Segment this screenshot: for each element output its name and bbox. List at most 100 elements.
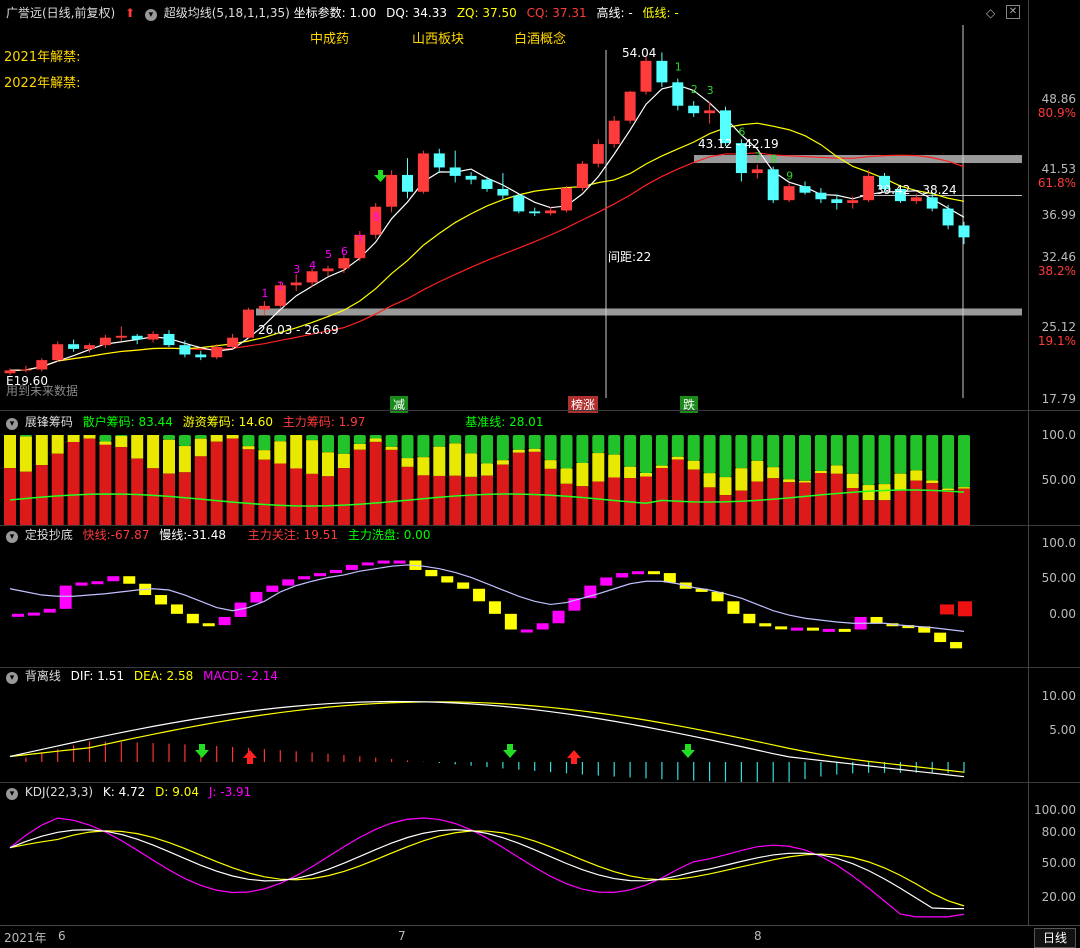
dt-bar (775, 626, 788, 630)
chip-bar-yellow (624, 466, 637, 479)
dt-bar (186, 613, 199, 624)
chip-bar-red (290, 468, 303, 525)
stock-title[interactable]: 广誉远(日线,前复权) (6, 6, 115, 20)
kdj-d: D: 9.04 (155, 785, 199, 799)
chip-bar-yellow (290, 435, 303, 469)
candle-body (417, 153, 429, 192)
chip-base-label: 基准线: (465, 415, 506, 429)
annot-band1: 43.12 - 42.19 (698, 137, 779, 151)
candle-body (576, 163, 588, 189)
x-axis-bar: 2021年 6 7 8 日线 (0, 925, 1080, 948)
candle-body (131, 335, 143, 340)
candle-body (926, 197, 938, 209)
ytick-main-0: 48.86 (1041, 92, 1076, 106)
ytick-main-2: 41.53 (1041, 162, 1076, 176)
dt-bar (91, 581, 104, 585)
dt-bar (791, 627, 804, 631)
dt-title[interactable]: 定投抄底 (25, 528, 73, 542)
chip-bar-green (576, 435, 589, 463)
seq-marker-green: 1 (675, 61, 682, 74)
close-icon[interactable]: ✕ (1006, 5, 1020, 19)
candle-body (115, 335, 127, 338)
low-label: 低线: (642, 6, 671, 20)
candle-body (831, 199, 843, 203)
kdj-title[interactable]: KDJ(22,3,3) (25, 785, 93, 799)
chip-bar-yellow (894, 473, 907, 491)
chip-chart[interactable] (0, 430, 1028, 525)
annot-band3: 26.03 - 26.69 (258, 323, 339, 337)
chip-bar-green (640, 435, 652, 473)
indicator-name[interactable]: 超级均线(5,18,1,1,35) (164, 6, 290, 20)
chip-bar-red (576, 486, 589, 525)
candle-body (4, 370, 16, 374)
chip-title[interactable]: 展锋筹码 (25, 415, 73, 429)
chip-bar-yellow (242, 446, 255, 450)
ytick-main-8: 19.1% (1037, 334, 1076, 348)
annot-future: 用到未来数据 (6, 384, 79, 398)
chip-bar-yellow (178, 446, 191, 473)
high-value: - (628, 6, 633, 20)
chip-bar-yellow (210, 435, 223, 442)
dt-bar (75, 582, 88, 586)
dq-readout: DQ: 34.33 (386, 6, 447, 20)
kdj-dropdown-icon[interactable]: ▾ (6, 788, 18, 800)
dt-focus: 主力关注: 19.51 (248, 528, 338, 542)
cq-value: 37.31 (552, 6, 587, 20)
candle-body (433, 153, 445, 168)
period-button[interactable]: 日线 (1034, 928, 1076, 948)
xlabel-6: 6 (58, 929, 66, 943)
kdj-k-line (9, 829, 964, 910)
chip-bar-red (465, 476, 478, 525)
chip-bar-yellow (735, 468, 748, 491)
dt-slow-label: 慢线: (159, 528, 188, 542)
macd-dropdown-icon[interactable]: ▾ (6, 672, 18, 684)
seq-marker-green: 9 (786, 169, 793, 182)
zq-readout: ZQ: 37.50 (457, 6, 517, 20)
dt-wash-label: 主力洗盘: (347, 528, 400, 542)
dt-bar (298, 576, 311, 580)
chip-bar-red (194, 456, 207, 525)
candle-body (36, 360, 48, 370)
chip-bar-yellow (719, 477, 732, 496)
chip-bar-yellow (83, 435, 96, 439)
macd-title[interactable]: 背离线 (25, 669, 61, 683)
chip-bar-green (481, 435, 493, 464)
dt-bar (600, 577, 613, 586)
chip-bar-yellow (592, 453, 605, 482)
chip-bar-red (115, 447, 128, 525)
chip-bar-red (83, 438, 96, 525)
chip-bar-green (19, 435, 32, 437)
dt-dropdown-icon[interactable]: ▾ (6, 531, 18, 543)
dt-bar (441, 576, 454, 583)
chip-bar-red (846, 487, 859, 525)
kdj-chart[interactable] (0, 800, 1028, 925)
macd-chart[interactable] (0, 684, 1028, 782)
candle-body (20, 369, 32, 371)
low-line-readout: 低线: - (643, 6, 679, 20)
chip-bar-yellow (322, 452, 334, 477)
green-down-arrow (681, 744, 695, 758)
candle-body (751, 169, 763, 174)
red-up-arrow (567, 750, 581, 764)
indicator-params: (5,18,1,1,35) (211, 6, 290, 20)
chip-bar-green (608, 435, 621, 455)
chip-bar-yellow (496, 460, 509, 465)
chip-bar-yellow (433, 446, 446, 476)
ytick-macd-1: 5.00 (1049, 723, 1076, 737)
dt-bar (536, 623, 549, 630)
low-value: - (674, 6, 679, 20)
chip-dropdown-icon[interactable]: ▾ (6, 418, 18, 430)
chip-bar-yellow (703, 473, 716, 488)
ytick-dt-1: 50.00 (1041, 571, 1076, 585)
chip-bar-green (783, 435, 796, 480)
dt-chart[interactable] (0, 544, 1028, 668)
chip-bar-green (369, 435, 382, 439)
chip-bar-yellow (131, 435, 144, 459)
arrow-up-icon[interactable]: ⬆ (125, 6, 135, 20)
chip-bar-green (703, 435, 716, 474)
chip-hot-label: 游资筹码: (182, 415, 235, 429)
dt-bar (202, 623, 215, 627)
diamond-icon[interactable]: ◇ (986, 6, 995, 20)
main-candle-chart[interactable]: 123 45 67812 367 89 (0, 20, 1028, 410)
candle-body (767, 169, 779, 201)
